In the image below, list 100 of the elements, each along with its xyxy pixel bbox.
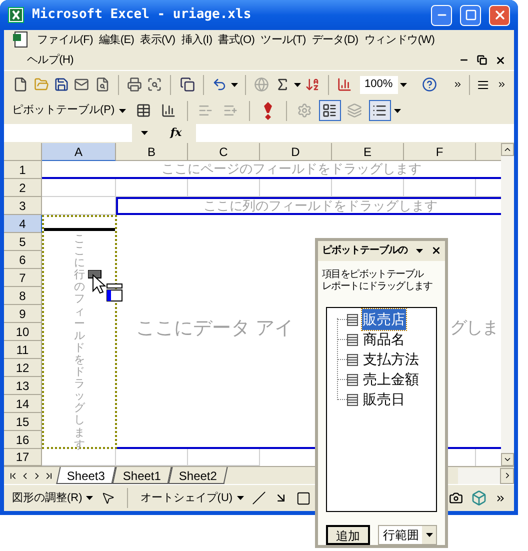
zoom-field[interactable]: 100% (360, 76, 410, 94)
column-header[interactable]: D (260, 143, 332, 161)
undo-icon (212, 77, 227, 92)
menu-item[interactable]: 書式(O) (215, 30, 258, 50)
page-field-hint: ここにページのフィールドをドラッグします (162, 160, 422, 178)
list-icon (372, 103, 388, 118)
row-header[interactable]: 16 (4, 431, 42, 449)
overflow-icon[interactable] (496, 79, 506, 90)
printer-button[interactable] (126, 74, 144, 94)
horizontal-scrollbar[interactable] (458, 468, 514, 484)
rectangle-icon[interactable] (296, 490, 311, 506)
field-list-button[interactable] (318, 100, 341, 121)
field-item[interactable]: 販売店 (362, 309, 406, 330)
field-item[interactable]: 支払方法 (362, 349, 420, 370)
maximize-button[interactable] (460, 4, 481, 26)
line-icon[interactable] (252, 491, 266, 505)
autoshapes-menu[interactable]: オートシェイプ(U) (140, 490, 244, 506)
sheet-tab[interactable]: Sheet2 (168, 467, 228, 484)
row-header[interactable]: 5 (4, 233, 42, 251)
cube-icon[interactable] (471, 490, 487, 506)
row-header[interactable]: 4 (4, 215, 42, 233)
menu-item[interactable]: データ(D) (308, 30, 362, 50)
field-icon (347, 334, 358, 346)
overflow-icon[interactable] (495, 492, 506, 504)
vertical-scrollbar[interactable] (501, 143, 514, 466)
drag-cursor-icon (88, 270, 124, 304)
row-header[interactable]: 8 (4, 287, 42, 305)
restore-icon[interactable] (477, 55, 487, 65)
row-header[interactable]: 17 (4, 449, 42, 466)
row-header[interactable]: 9 (4, 305, 42, 323)
pointer-icon[interactable] (101, 491, 116, 505)
help-icon (422, 77, 437, 92)
column-header[interactable]: A (42, 143, 116, 161)
field-item[interactable]: 販売日 (362, 389, 406, 410)
pivot-table-menu[interactable]: ピボットテーブル(P) (12, 102, 130, 119)
add-button[interactable]: 追加 (326, 525, 370, 545)
close-icon[interactable] (430, 245, 441, 256)
function-label[interactable]: fx (156, 124, 196, 142)
field-list-icon (322, 103, 338, 118)
hide-detail-icon (198, 103, 214, 118)
minimize-button[interactable] (431, 4, 452, 26)
last-sheet-icon[interactable] (44, 470, 54, 480)
caret-icon (236, 496, 244, 500)
column-field-hint: ここに列のフィールドをドラッグします (204, 197, 438, 216)
camera-icon[interactable] (449, 491, 463, 505)
row-header[interactable]: 12 (4, 359, 42, 377)
caret-icon (86, 496, 94, 500)
row-header[interactable]: 2 (4, 179, 42, 197)
column-header[interactable]: C (188, 143, 260, 161)
field-icon (347, 354, 358, 366)
scroll-down-icon[interactable] (503, 455, 512, 464)
globe-icon (254, 77, 270, 92)
copy-icon (180, 77, 195, 92)
exclamation-icon (262, 102, 273, 120)
copy-button[interactable] (178, 74, 196, 94)
new-file-icon (13, 77, 28, 92)
row-header[interactable]: 11 (4, 341, 42, 359)
print-preview-icon (147, 77, 162, 92)
row-header[interactable]: 10 (4, 323, 42, 341)
field-item[interactable]: 商品名 (362, 329, 406, 350)
draw-menu[interactable]: 図形の調整(R) (12, 490, 94, 506)
field-icon (347, 374, 358, 386)
row-header[interactable]: 1 (4, 161, 42, 179)
area-dropdown[interactable]: 行範囲 (378, 525, 437, 545)
row-header[interactable]: 6 (4, 251, 42, 269)
menu-item[interactable]: 挿入(I) (178, 30, 216, 50)
menu-item[interactable]: ヘルプ(H) (24, 50, 76, 70)
panel-title: ピボットテーブルの (322, 244, 408, 258)
sheet-tab[interactable]: Sheet3 (56, 467, 116, 484)
menu-item[interactable]: ファイル(F) (34, 30, 96, 50)
scroll-up-icon[interactable] (503, 145, 512, 154)
column-header[interactable]: E (332, 143, 404, 161)
menu-item[interactable]: 編集(E) (96, 30, 138, 50)
field-item[interactable]: 売上金額 (362, 369, 420, 390)
row-header[interactable]: 7 (4, 269, 42, 287)
menu-item[interactable]: ウィンドウ(W) (361, 30, 438, 50)
list-button[interactable] (368, 100, 391, 121)
sort-icon (304, 77, 320, 92)
sheet-tab[interactable]: Sheet1 (112, 467, 172, 484)
mail-icon (74, 77, 90, 92)
close-icon[interactable] (495, 54, 506, 66)
first-sheet-icon[interactable] (8, 470, 18, 480)
settings-icon (297, 103, 312, 118)
column-header[interactable]: B (116, 143, 188, 161)
caret-icon (118, 108, 126, 112)
folder-icon (34, 77, 49, 92)
printer-icon (126, 77, 142, 92)
menu-item[interactable]: ツール(T) (258, 30, 309, 50)
name-box-caret-icon (140, 131, 148, 135)
row-header[interactable]: 14 (4, 395, 42, 413)
formula-field[interactable] (196, 124, 514, 142)
menu-item[interactable]: 表示(V) (137, 30, 178, 50)
close-button[interactable] (489, 4, 510, 26)
save-icon (54, 77, 69, 92)
row-header[interactable]: 3 (4, 197, 42, 215)
column-header[interactable]: F (404, 143, 476, 161)
row-header[interactable]: 15 (4, 413, 42, 431)
overflow-icon[interactable] (452, 79, 462, 90)
help-button[interactable] (420, 74, 438, 94)
row-header[interactable]: 13 (4, 377, 42, 395)
